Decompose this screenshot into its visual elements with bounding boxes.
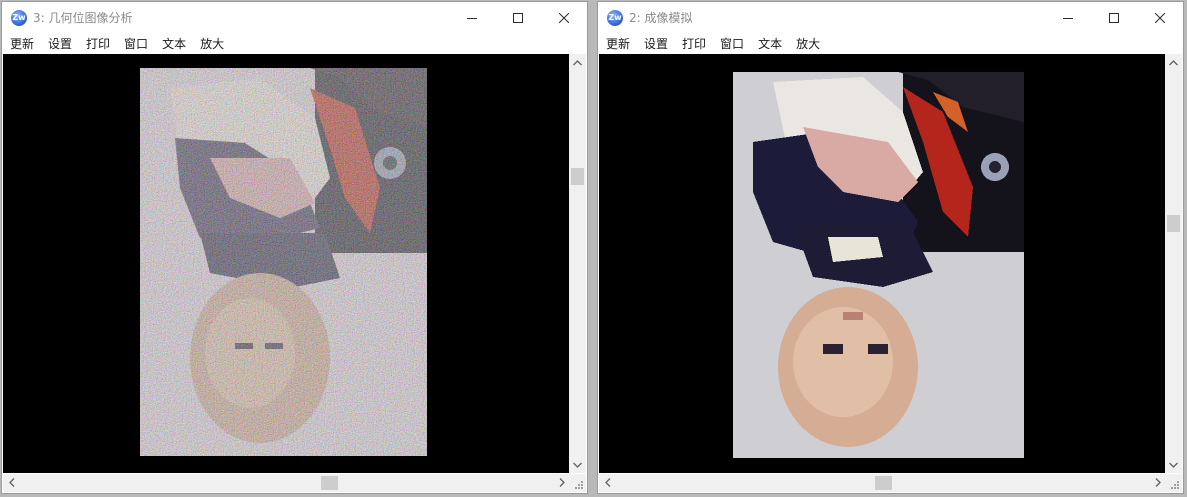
horizontal-scroll-thumb[interactable]	[321, 476, 338, 490]
app-icon: Zw	[607, 9, 623, 26]
scroll-down-button[interactable]	[1165, 456, 1182, 473]
menu-settings[interactable]: 设置	[48, 35, 72, 52]
menu-window[interactable]: 窗口	[720, 35, 744, 52]
image-canvas[interactable]	[3, 54, 570, 473]
title-bar[interactable]: Zw 3: 几何位图像分析	[2, 2, 587, 33]
maximize-icon	[513, 12, 523, 23]
chevron-left-icon	[604, 478, 610, 487]
chevron-down-icon	[573, 462, 582, 468]
chevron-up-icon	[1169, 59, 1178, 65]
menu-window[interactable]: 窗口	[124, 35, 148, 52]
scroll-up-button[interactable]	[1165, 54, 1182, 71]
menu-text[interactable]: 文本	[162, 35, 186, 52]
menu-settings[interactable]: 设置	[644, 35, 668, 52]
menu-update[interactable]: 更新	[10, 35, 34, 52]
menu-update[interactable]: 更新	[606, 35, 630, 52]
pixelated-photo	[733, 72, 1024, 458]
minimize-icon	[1063, 17, 1073, 19]
menu-text[interactable]: 文本	[758, 35, 782, 52]
menu-zoom[interactable]: 放大	[200, 35, 224, 52]
chevron-right-icon	[559, 478, 565, 487]
scroll-down-button[interactable]	[569, 456, 586, 473]
scroll-left-button[interactable]	[599, 474, 616, 491]
menu-print[interactable]: 打印	[682, 35, 706, 52]
vertical-scrollbar[interactable]	[569, 54, 586, 473]
maximize-button[interactable]	[1091, 2, 1137, 33]
scroll-right-button[interactable]	[553, 474, 570, 491]
size-grip[interactable]	[569, 474, 586, 492]
window-title: 2: 成像模拟	[629, 11, 693, 25]
image-canvas[interactable]	[599, 54, 1166, 473]
image-window-geometric-analysis[interactable]: Zw 3: 几何位图像分析 更新 设置 打印 窗口 文本 放大	[1, 1, 588, 494]
menu-bar: 更新 设置 打印 窗口 文本 放大	[598, 33, 1183, 53]
image-window-imaging-simulation[interactable]: Zw 2: 成像模拟 更新 设置 打印 窗口 文本 放大	[597, 1, 1184, 494]
menu-zoom[interactable]: 放大	[796, 35, 820, 52]
vertical-scroll-thumb[interactable]	[571, 168, 584, 185]
horizontal-scrollbar[interactable]	[599, 474, 1166, 492]
minimize-button[interactable]	[449, 2, 495, 33]
chevron-left-icon	[8, 478, 14, 487]
size-grip[interactable]	[1165, 474, 1182, 492]
close-icon	[559, 12, 569, 23]
menu-bar: 更新 设置 打印 窗口 文本 放大	[2, 33, 587, 53]
minimize-button[interactable]	[1045, 2, 1091, 33]
title-bar[interactable]: Zw 2: 成像模拟	[598, 2, 1183, 33]
horizontal-scroll-thumb[interactable]	[875, 476, 892, 490]
scroll-left-button[interactable]	[3, 474, 20, 491]
chevron-down-icon	[1169, 462, 1178, 468]
vertical-scroll-thumb[interactable]	[1167, 215, 1180, 232]
noisy-pixelated-photo	[140, 68, 427, 456]
resize-grip-icon	[1171, 481, 1179, 489]
close-icon	[1155, 12, 1165, 23]
maximize-icon	[1109, 12, 1119, 23]
chevron-up-icon	[573, 59, 582, 65]
close-button[interactable]	[1137, 2, 1183, 33]
resize-grip-icon	[575, 481, 583, 489]
vertical-scrollbar[interactable]	[1165, 54, 1182, 473]
close-button[interactable]	[541, 2, 587, 33]
maximize-button[interactable]	[495, 2, 541, 33]
menu-print[interactable]: 打印	[86, 35, 110, 52]
scroll-up-button[interactable]	[569, 54, 586, 71]
minimize-icon	[467, 17, 477, 19]
scroll-right-button[interactable]	[1149, 474, 1166, 491]
horizontal-scrollbar[interactable]	[3, 474, 570, 492]
app-icon: Zw	[11, 9, 27, 26]
window-title: 3: 几何位图像分析	[33, 11, 133, 25]
chevron-right-icon	[1155, 478, 1161, 487]
